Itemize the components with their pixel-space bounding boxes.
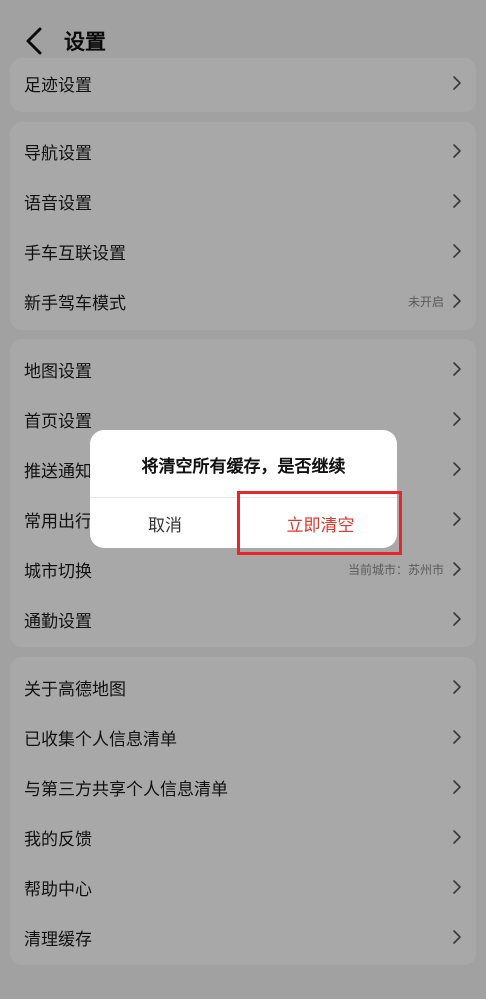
dialog-message: 将清空所有缓存，是否继续 xyxy=(141,456,346,477)
cancel-button[interactable]: 取消 xyxy=(90,498,240,548)
highlight-box xyxy=(237,491,402,555)
